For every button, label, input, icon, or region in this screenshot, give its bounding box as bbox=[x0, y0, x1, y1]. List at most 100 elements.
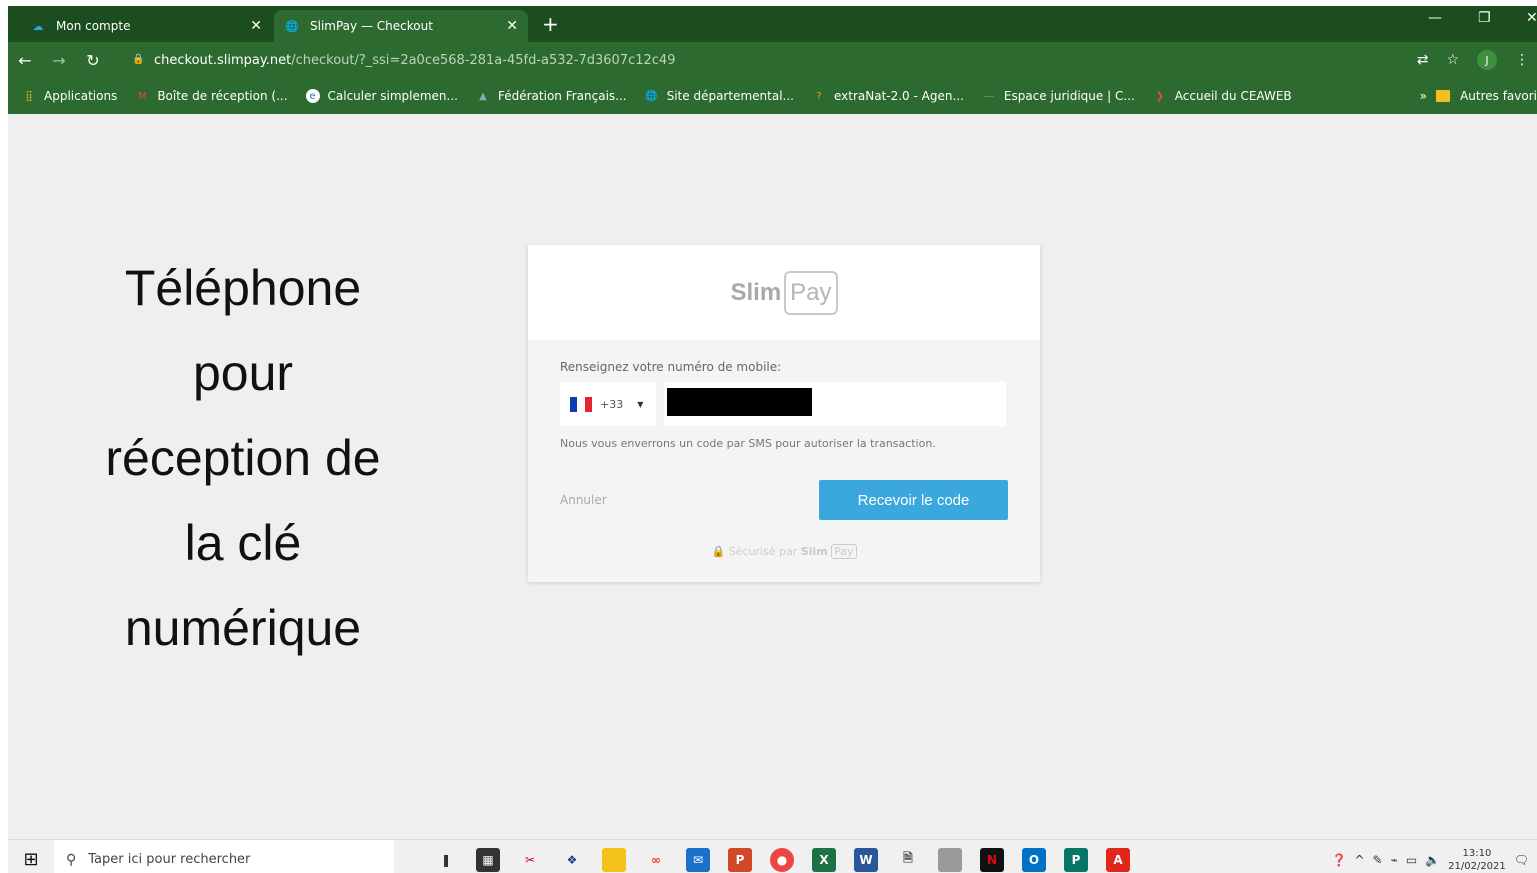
tab-bar: ☁ Mon compte ✕ 🌐 SlimPay — Checkout ✕ + … bbox=[8, 6, 1537, 42]
infinity-app-icon[interactable]: ∞ bbox=[644, 848, 668, 872]
document-app-icon[interactable]: 🗎 bbox=[896, 848, 920, 872]
form-actions: Annuler Recevoir le code bbox=[560, 480, 1008, 520]
bookmark-label: extraNat-2.0 - Agen... bbox=[833, 89, 964, 103]
toolbar-right: ⇄ ☆ J ⋮ bbox=[1417, 42, 1537, 78]
new-tab-icon[interactable]: + bbox=[542, 12, 559, 36]
minimize-icon[interactable]: — bbox=[1428, 10, 1442, 26]
forward-icon[interactable]: → bbox=[42, 51, 76, 70]
bookmark-label: Fédération Français... bbox=[497, 89, 627, 103]
bookmark-federation[interactable]: ▲ Fédération Français... bbox=[476, 89, 627, 103]
other-bookmarks[interactable]: Autres favori bbox=[1436, 78, 1537, 114]
snipping-tool-icon[interactable]: ✂ bbox=[518, 848, 542, 872]
lock-icon: 🔒 bbox=[711, 545, 726, 558]
pen-icon[interactable]: ✎ bbox=[1373, 853, 1383, 867]
bookmark-calculer[interactable]: e Calculer simplemen... bbox=[305, 89, 458, 103]
bookmarks-bar: ⣿ Applications M Boîte de réception (...… bbox=[8, 78, 1537, 114]
tab-slimpay-checkout[interactable]: 🌐 SlimPay — Checkout ✕ bbox=[274, 10, 528, 42]
taskbar: ⊞ ⚲ Taper ici pour rechercher ❚ ▦ ✂ ❖ ∞ … bbox=[8, 839, 1537, 873]
excel-icon[interactable]: X bbox=[812, 847, 836, 872]
url-host: checkout.slimpay.net bbox=[154, 52, 292, 68]
globe-icon: 🌐 bbox=[285, 19, 299, 33]
address-toolbar: ← → ↻ 🔒 checkout.slimpay.net/checkout/?_… bbox=[8, 42, 1537, 78]
other-bookmarks-label: Autres favori bbox=[1460, 89, 1537, 103]
mini-logo-pay: Pay bbox=[831, 544, 857, 559]
folder-icon bbox=[1436, 90, 1451, 102]
slimpay-logo: Slim Pay bbox=[730, 270, 838, 315]
secured-by-footer: 🔒 Sécurisé par Slim Pay bbox=[528, 544, 1040, 559]
reload-icon[interactable]: ↻ bbox=[76, 51, 110, 70]
sms-hint: Nous vous enverrons un code par SMS pour… bbox=[560, 437, 936, 450]
bookmarks-overflow[interactable]: » bbox=[1420, 78, 1427, 114]
taskbar-search[interactable]: ⚲ Taper ici pour rechercher bbox=[54, 839, 394, 873]
tab-mon-compte[interactable]: ☁ Mon compte ✕ bbox=[20, 10, 272, 42]
menu-icon[interactable]: ⋮ bbox=[1515, 52, 1529, 68]
restore-icon[interactable]: ❐ bbox=[1478, 10, 1491, 26]
star-icon[interactable]: ☆ bbox=[1446, 52, 1459, 68]
clock-date: 21/02/2021 bbox=[1448, 861, 1506, 872]
windows-start-icon[interactable]: ⊞ bbox=[8, 849, 54, 870]
salesforce-cloud-icon: ☁ bbox=[32, 19, 44, 33]
pinned-apps: ❚ ▦ ✂ ❖ ∞ ✉ P ● X W 🗎 N O P A bbox=[434, 847, 1130, 872]
phone-number-input[interactable] bbox=[664, 382, 1006, 426]
phone-label: Renseignez votre numéro de mobile: bbox=[560, 360, 782, 374]
task-view-icon[interactable]: ❚ bbox=[434, 848, 458, 872]
tab-title: SlimPay — Checkout bbox=[310, 19, 433, 33]
slide-caption: Téléphone pour réception de la clé numér… bbox=[68, 246, 418, 671]
close-tab-icon[interactable]: ✕ bbox=[250, 18, 262, 34]
cancel-link[interactable]: Annuler bbox=[560, 493, 607, 507]
bookmark-extranat[interactable]: ? extraNat-2.0 - Agen... bbox=[812, 89, 964, 103]
gmail-icon: M bbox=[137, 90, 147, 102]
bookmark-site-departemental[interactable]: 🌐 Site départemental... bbox=[645, 89, 794, 103]
help-icon[interactable]: ❓ bbox=[1332, 853, 1347, 867]
image-app-icon[interactable] bbox=[938, 847, 962, 872]
netflix-icon[interactable]: N bbox=[980, 847, 1004, 872]
powerpoint-icon[interactable]: P bbox=[728, 847, 752, 872]
bookmark-label: Accueil du CEAWEB bbox=[1174, 89, 1292, 103]
volume-icon[interactable]: 🔈 bbox=[1425, 853, 1440, 867]
close-tab-icon[interactable]: ✕ bbox=[506, 18, 518, 34]
card-body: Renseignez votre numéro de mobile: +33 ▼… bbox=[528, 340, 1040, 582]
clock-time: 13:10 bbox=[1462, 848, 1492, 859]
receive-code-button[interactable]: Recevoir le code bbox=[819, 480, 1008, 520]
network-icon[interactable]: ⌁ bbox=[1391, 853, 1398, 867]
screen: ☁ Mon compte ✕ 🌐 SlimPay — Checkout ✕ + … bbox=[8, 6, 1537, 873]
close-window-icon[interactable]: ✕ bbox=[1526, 10, 1537, 26]
back-icon[interactable]: ← bbox=[8, 51, 42, 70]
bookmark-gmail[interactable]: M Boîte de réception (... bbox=[135, 89, 288, 103]
dropbox-icon[interactable]: ❖ bbox=[560, 848, 584, 872]
redacted-phone-number bbox=[667, 388, 812, 416]
bookmark-espace-juridique[interactable]: — Espace juridique | C... bbox=[982, 89, 1135, 103]
url-bar[interactable]: 🔒 checkout.slimpay.net/checkout/?_ssi=2a… bbox=[124, 47, 1414, 73]
secured-text: Sécurisé par bbox=[728, 545, 798, 558]
chevron-up-icon[interactable]: ^ bbox=[1354, 853, 1364, 867]
caption-line: la clé bbox=[184, 515, 302, 571]
chrome-icon[interactable]: ● bbox=[770, 847, 794, 872]
bookmark-ceaweb[interactable]: ❯ Accueil du CEAWEB bbox=[1153, 89, 1292, 103]
notifications-icon[interactable]: 🗨 bbox=[1514, 853, 1529, 867]
france-flag-icon bbox=[570, 396, 592, 412]
lock-icon: 🔒 bbox=[132, 54, 145, 65]
store-icon[interactable]: ▦ bbox=[476, 847, 500, 872]
outlook-icon[interactable]: O bbox=[1022, 847, 1046, 872]
country-selector[interactable]: +33 ▼ bbox=[560, 382, 656, 426]
acrobat-icon[interactable]: A bbox=[1106, 847, 1130, 872]
logo-slim: Slim bbox=[730, 278, 782, 306]
bookmark-label: Boîte de réception (... bbox=[157, 89, 288, 103]
publisher-icon[interactable]: P bbox=[1064, 847, 1088, 872]
file-explorer-icon[interactable] bbox=[602, 847, 626, 872]
word-icon[interactable]: W bbox=[854, 847, 878, 872]
translate-icon[interactable]: ⇄ bbox=[1417, 52, 1429, 68]
caption-line: pour bbox=[192, 345, 294, 401]
profile-avatar[interactable]: J bbox=[1477, 50, 1497, 70]
bookmark-label: Espace juridique | C... bbox=[1003, 89, 1135, 103]
battery-icon[interactable]: ▭ bbox=[1406, 853, 1417, 867]
clock[interactable]: 13:10 21/02/2021 bbox=[1448, 847, 1506, 873]
caption-line: Téléphone bbox=[124, 260, 362, 316]
search-icon: ⚲ bbox=[66, 851, 77, 868]
caption-line: numérique bbox=[124, 600, 362, 656]
ie-icon: e bbox=[305, 89, 320, 103]
phone-row: +33 ▼ bbox=[560, 382, 1008, 426]
mail-icon[interactable]: ✉ bbox=[686, 847, 710, 872]
bookmark-applications[interactable]: ⣿ Applications bbox=[22, 89, 117, 103]
bookmark-label: Calculer simplemen... bbox=[327, 89, 458, 103]
